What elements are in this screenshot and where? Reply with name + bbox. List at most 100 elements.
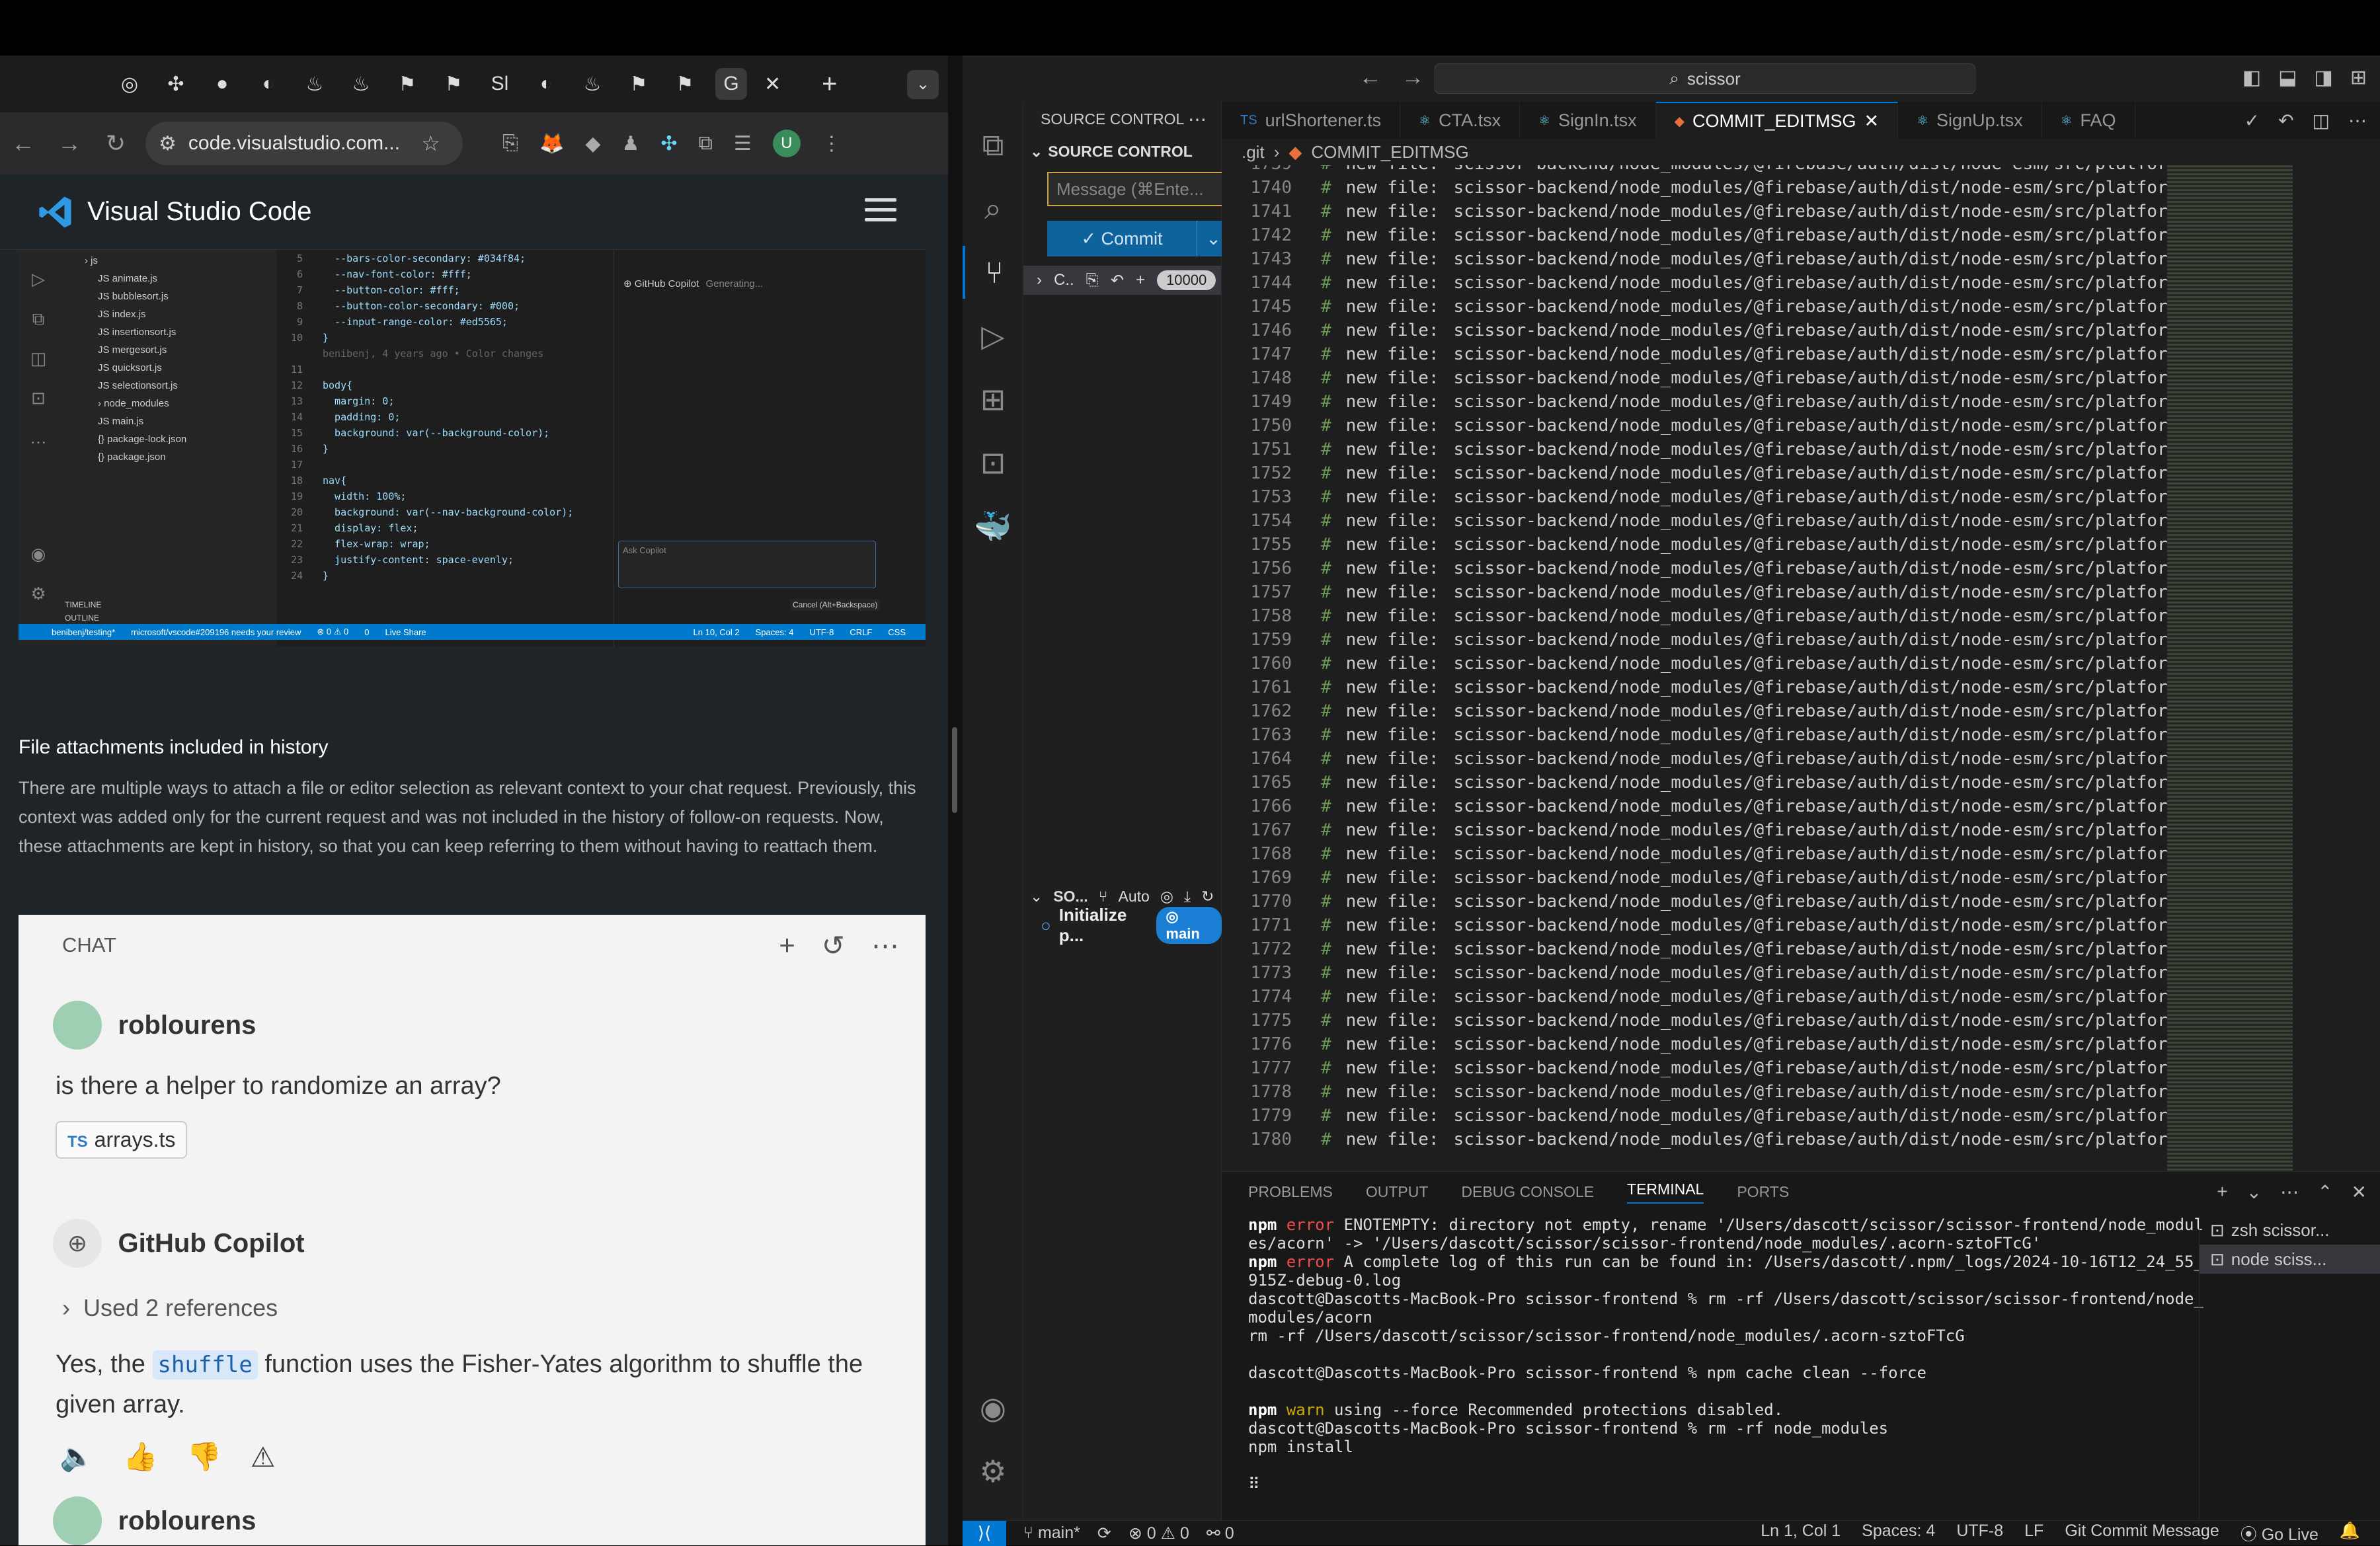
- editor-tab[interactable]: ⚛ SignUp.tsx: [1898, 102, 2042, 139]
- checkmark-commit-icon[interactable]: ✓: [2244, 110, 2260, 132]
- status-go-live[interactable]: ⦿ Go Live: [2241, 1522, 2319, 1545]
- forward-arrow-icon[interactable]: →: [1402, 65, 1424, 91]
- profile-avatar[interactable]: U: [772, 130, 801, 157]
- undo-icon[interactable]: ↶: [2278, 110, 2293, 132]
- thumbs-down-icon[interactable]: 👎: [187, 1441, 221, 1473]
- site-settings-icon[interactable]: ⚙: [159, 132, 177, 155]
- split-editor-icon[interactable]: ◫: [2313, 110, 2330, 132]
- close-tab-button[interactable]: ✕: [764, 73, 781, 96]
- back-arrow-icon[interactable]: ←: [1359, 65, 1382, 91]
- browser-tab-favicon-icon[interactable]: ●: [206, 68, 238, 100]
- browser-tab-favicon-icon[interactable]: Sl: [484, 68, 516, 100]
- terminal-instance[interactable]: ⊡ zsh scissor...: [2200, 1216, 2380, 1245]
- panel-tab-problems[interactable]: PROBLEMS: [1248, 1183, 1333, 1201]
- source-control-icon[interactable]: ⑂: [963, 246, 1023, 299]
- command-center-search[interactable]: ⌕ scissor: [1435, 63, 1975, 94]
- sync-icon[interactable]: ⟳: [1097, 1524, 1111, 1543]
- terminal-instance[interactable]: ⊡ node sciss...: [2200, 1245, 2380, 1274]
- report-icon[interactable]: ⚠: [251, 1441, 276, 1473]
- notifications-bell-icon[interactable]: 🔔: [2340, 1522, 2360, 1545]
- status-encoding[interactable]: UTF-8: [1956, 1522, 2003, 1545]
- close-tab-icon[interactable]: ✕: [1864, 111, 1879, 132]
- search-icon[interactable]: ⌕: [963, 182, 1023, 235]
- browser-tab-favicon-icon[interactable]: G: [715, 68, 747, 100]
- browser-tab-favicon-icon[interactable]: ⚑: [391, 68, 423, 100]
- browser-tab-favicon-icon[interactable]: ⚑: [438, 68, 469, 100]
- browser-tab-favicon-icon[interactable]: ◐: [253, 68, 284, 100]
- panel-tab-ports[interactable]: PORTS: [1737, 1183, 1789, 1201]
- open-changes-icon[interactable]: ⎘: [1086, 271, 1099, 290]
- breadcrumb-file[interactable]: COMMIT_EDITMSG: [1311, 142, 1468, 163]
- browser-tab-favicon-icon[interactable]: ⚑: [623, 68, 654, 100]
- browser-tab-favicon-icon[interactable]: ◐: [530, 68, 562, 100]
- status-ports[interactable]: ⚯ 0: [1207, 1524, 1234, 1543]
- breadcrumb-folder[interactable]: .git: [1242, 142, 1265, 163]
- manage-gear-icon[interactable]: ⚙: [963, 1445, 1023, 1498]
- account-icon[interactable]: ◉: [963, 1381, 1023, 1434]
- editor-tab[interactable]: ⚛ CTA.tsx: [1400, 102, 1521, 139]
- graph-commit-row[interactable]: ○ Initialize p... ◎ main: [1023, 905, 1222, 945]
- maximize-panel-icon[interactable]: ⌃: [2317, 1181, 2332, 1203]
- site-title[interactable]: Visual Studio Code: [87, 197, 312, 227]
- fetch-icon[interactable]: ⤓: [1184, 888, 1191, 906]
- status-branch[interactable]: ⑂ main*: [1023, 1524, 1080, 1543]
- bookmark-star-icon[interactable]: ☆: [421, 131, 440, 156]
- explorer-files-icon[interactable]: ⧉: [963, 119, 1023, 172]
- terminal-dropdown-chevron-icon[interactable]: ⌄: [2246, 1181, 2262, 1203]
- commit-message-input[interactable]: Message (⌘Ente...: [1047, 172, 1230, 206]
- toggle-primary-sidebar-icon[interactable]: ◧: [2242, 66, 2261, 89]
- customize-layout-icon[interactable]: ⊞: [2350, 66, 2367, 89]
- editor-tab[interactable]: ⚛ FAQ: [2042, 102, 2135, 139]
- status-eol[interactable]: LF: [2024, 1522, 2043, 1545]
- commit-button[interactable]: ✓ Commit ⌄: [1047, 221, 1230, 256]
- panel-tab-debug-console[interactable]: DEBUG CONSOLE: [1461, 1183, 1594, 1201]
- editor-tab[interactable]: TS urlShortener.ts: [1222, 102, 1401, 139]
- commit-message-editor[interactable]: 1739 # new file: scissor-backend/node_modul…: [1222, 165, 2167, 1171]
- status-cursor-position[interactable]: Ln 1, Col 1: [1761, 1522, 1841, 1545]
- editor-tab[interactable]: ◆ COMMIT_EDITMSG ✕: [1655, 102, 1899, 139]
- history-icon[interactable]: ↺: [822, 929, 845, 962]
- new-chat-plus-icon[interactable]: +: [779, 929, 795, 962]
- browser-tab-favicon-icon[interactable]: ♨: [345, 68, 377, 100]
- browser-tab-favicon-icon[interactable]: ♨: [299, 68, 331, 100]
- react-devtools-icon[interactable]: ✣: [660, 132, 677, 155]
- changes-group-row[interactable]: › C.. ⎘ ↶ + 10000: [1023, 266, 1221, 295]
- docker-icon[interactable]: 🐳: [963, 500, 1023, 553]
- more-actions-icon[interactable]: ⋯: [1188, 108, 1207, 130]
- toggle-secondary-sidebar-icon[interactable]: ◨: [2315, 66, 2333, 89]
- editor-tab[interactable]: ⚛ SignIn.tsx: [1520, 102, 1656, 139]
- metamask-extension-icon[interactable]: 🦊: [539, 132, 564, 155]
- discard-changes-icon[interactable]: ↶: [1111, 271, 1124, 290]
- install-app-icon[interactable]: ⎘: [502, 132, 518, 155]
- tab-overflow-chevron-icon[interactable]: ⌄: [907, 70, 939, 99]
- browser-menu-icon[interactable]: ⋮: [822, 132, 842, 155]
- browser-tab-favicon-icon[interactable]: ◎: [114, 68, 145, 100]
- reference-chip[interactable]: TS arrays.ts: [56, 1121, 188, 1159]
- back-arrow-icon[interactable]: ←: [0, 130, 46, 157]
- forward-arrow-icon[interactable]: →: [46, 130, 93, 157]
- panel-tab-terminal[interactable]: TERMINAL: [1627, 1180, 1704, 1204]
- status-problems[interactable]: ⊗ 0 ⚠ 0: [1129, 1524, 1189, 1543]
- reload-icon[interactable]: ↻: [93, 130, 139, 157]
- status-language-mode[interactable]: Git Commit Message: [2065, 1522, 2219, 1545]
- close-panel-icon[interactable]: ✕: [2352, 1181, 2367, 1203]
- graph-auto-label[interactable]: Auto: [1119, 888, 1150, 906]
- more-actions-icon[interactable]: ⋯: [2348, 110, 2367, 132]
- menu-hamburger-icon[interactable]: [865, 198, 896, 228]
- refresh-icon[interactable]: ↻: [1201, 888, 1214, 906]
- panel-tab-output[interactable]: OUTPUT: [1366, 1183, 1429, 1201]
- new-terminal-plus-icon[interactable]: +: [2217, 1181, 2227, 1203]
- browser-tab-favicon-icon[interactable]: ✣: [160, 68, 192, 100]
- more-actions-icon[interactable]: ⋯: [2280, 1181, 2299, 1203]
- status-indentation[interactable]: Spaces: 4: [1862, 1522, 1935, 1545]
- editor-scrollbar[interactable]: [2293, 165, 2380, 1171]
- stage-all-plus-icon[interactable]: +: [1136, 271, 1145, 290]
- more-actions-icon[interactable]: ⋯: [871, 929, 899, 962]
- read-aloud-speaker-icon[interactable]: 🔈: [60, 1441, 94, 1473]
- source-control-section-header[interactable]: ⌄ SOURCE CONTROL: [1023, 136, 1221, 167]
- browser-tab-favicon-icon[interactable]: ♨: [576, 68, 608, 100]
- split-resize-handle[interactable]: [952, 727, 957, 813]
- extension-icon[interactable]: ♟: [621, 132, 639, 155]
- remote-explorer-icon[interactable]: ⊡: [963, 436, 1023, 489]
- extensions-puzzle-icon[interactable]: ⧉: [698, 132, 712, 155]
